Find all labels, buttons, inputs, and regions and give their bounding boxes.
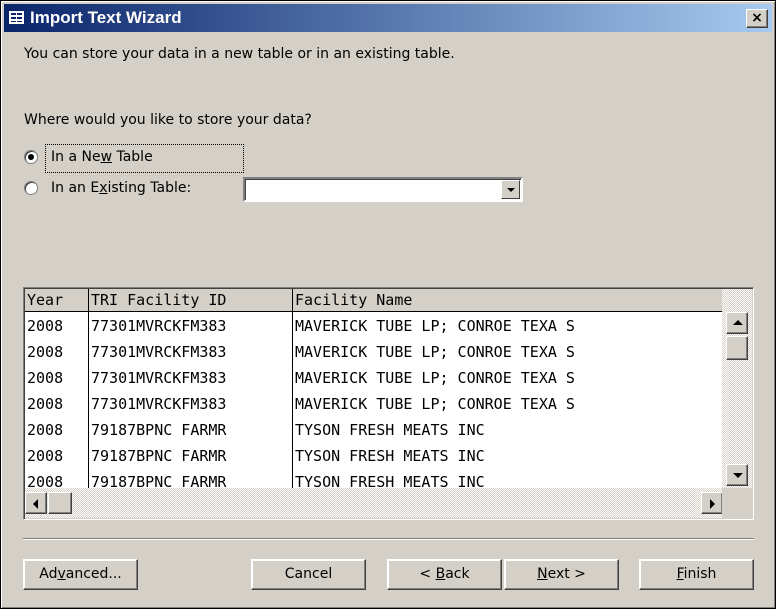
table-cell: MAVERICK TUBE LP; CONROE TEXA S [295, 369, 575, 387]
horizontal-scroll-thumb[interactable] [48, 492, 72, 514]
table-cell: MAVERICK TUBE LP; CONROE TEXA S [295, 317, 575, 335]
existing-table-label[interactable]: In an Existing Table: [51, 180, 191, 196]
new-table-radio[interactable] [24, 150, 38, 164]
table-row: 2008 77301MVRCKFM383 MAVERICK TUBE LP; C… [25, 313, 722, 339]
scroll-right-icon [710, 499, 715, 509]
advanced-button[interactable]: Advanced... [23, 559, 138, 590]
table-row: 2008 79187BPNC FARMR TYSON FRESH MEATS I… [25, 443, 722, 469]
existing-table-combo[interactable] [243, 177, 523, 202]
table-cell: 2008 [27, 395, 64, 413]
table-cell: MAVERICK TUBE LP; CONROE TEXA S [295, 343, 575, 361]
table-cell: TYSON FRESH MEATS INC [295, 473, 485, 488]
table-cell: 79187BPNC FARMR [91, 421, 227, 439]
wizard-window-icon [8, 10, 25, 25]
vertical-scrollbar[interactable] [722, 289, 752, 488]
table-cell: 2008 [27, 343, 64, 361]
horizontal-scrollbar[interactable] [25, 488, 723, 518]
scroll-right-button[interactable] [701, 492, 723, 514]
column-header[interactable]: TRI Facility ID [89, 289, 292, 312]
store-question-label: Where would you like to store your data? [24, 112, 312, 128]
button-separator [23, 538, 754, 540]
table-cell: 79187BPNC FARMR [91, 473, 227, 488]
table-cell: 2008 [27, 447, 64, 465]
existing-table-radio[interactable] [24, 181, 38, 195]
preview-header-row: Year TRI Facility ID Facility Name [25, 289, 722, 312]
import-text-wizard-window: Import Text Wizard × You can store your … [0, 0, 776, 609]
scroll-left-icon [33, 499, 38, 509]
window-title: Import Text Wizard [30, 8, 182, 27]
next-button[interactable]: Next > [504, 559, 619, 590]
table-row: 2008 77301MVRCKFM383 MAVERICK TUBE LP; C… [25, 391, 722, 417]
title-bar[interactable]: Import Text Wizard × [4, 4, 772, 32]
table-cell: 77301MVRCKFM383 [91, 395, 227, 413]
scroll-up-icon [733, 320, 743, 325]
table-cell: 77301MVRCKFM383 [91, 343, 227, 361]
scrollbar-corner [722, 488, 752, 518]
table-cell: 2008 [27, 369, 64, 387]
cancel-button[interactable]: Cancel [251, 559, 366, 590]
scroll-up-button[interactable] [726, 312, 748, 334]
close-button[interactable]: × [746, 9, 768, 28]
table-cell: 2008 [27, 421, 64, 439]
column-divider[interactable] [292, 289, 293, 488]
table-cell: TYSON FRESH MEATS INC [295, 447, 485, 465]
table-row: 2008 77301MVRCKFM383 MAVERICK TUBE LP; C… [25, 339, 722, 365]
table-row: 2008 77301MVRCKFM383 MAVERICK TUBE LP; C… [25, 365, 722, 391]
scroll-down-icon [733, 473, 743, 478]
finish-button[interactable]: Finish [639, 559, 754, 590]
scroll-down-button[interactable] [726, 464, 748, 486]
table-cell: 77301MVRCKFM383 [91, 369, 227, 387]
table-row: 2008 79187BPNC FARMR TYSON FRESH MEATS I… [25, 417, 722, 443]
combo-dropdown-icon [507, 188, 515, 192]
new-table-label[interactable]: In a New Table [51, 149, 153, 165]
table-cell: 2008 [27, 317, 64, 335]
table-cell: 79187BPNC FARMR [91, 447, 227, 465]
back-button[interactable]: < Back [387, 559, 502, 590]
scroll-left-button[interactable] [25, 492, 47, 514]
column-divider[interactable] [88, 289, 89, 488]
table-cell: 2008 [27, 473, 64, 488]
table-row: 2008 79187BPNC FARMR TYSON FRESH MEATS I… [25, 469, 722, 488]
vertical-scroll-thumb[interactable] [726, 336, 748, 360]
column-header[interactable]: Facility Name [293, 289, 722, 312]
intro-text: You can store your data in a new table o… [24, 46, 455, 62]
combo-dropdown-button[interactable] [501, 180, 520, 199]
column-header[interactable]: Year [25, 289, 88, 312]
table-cell: TYSON FRESH MEATS INC [295, 421, 485, 439]
table-cell: MAVERICK TUBE LP; CONROE TEXA S [295, 395, 575, 413]
close-icon: × [751, 10, 763, 26]
table-cell: 77301MVRCKFM383 [91, 317, 227, 335]
preview-grid[interactable]: Year TRI Facility ID Facility Name 2008 … [25, 289, 722, 488]
